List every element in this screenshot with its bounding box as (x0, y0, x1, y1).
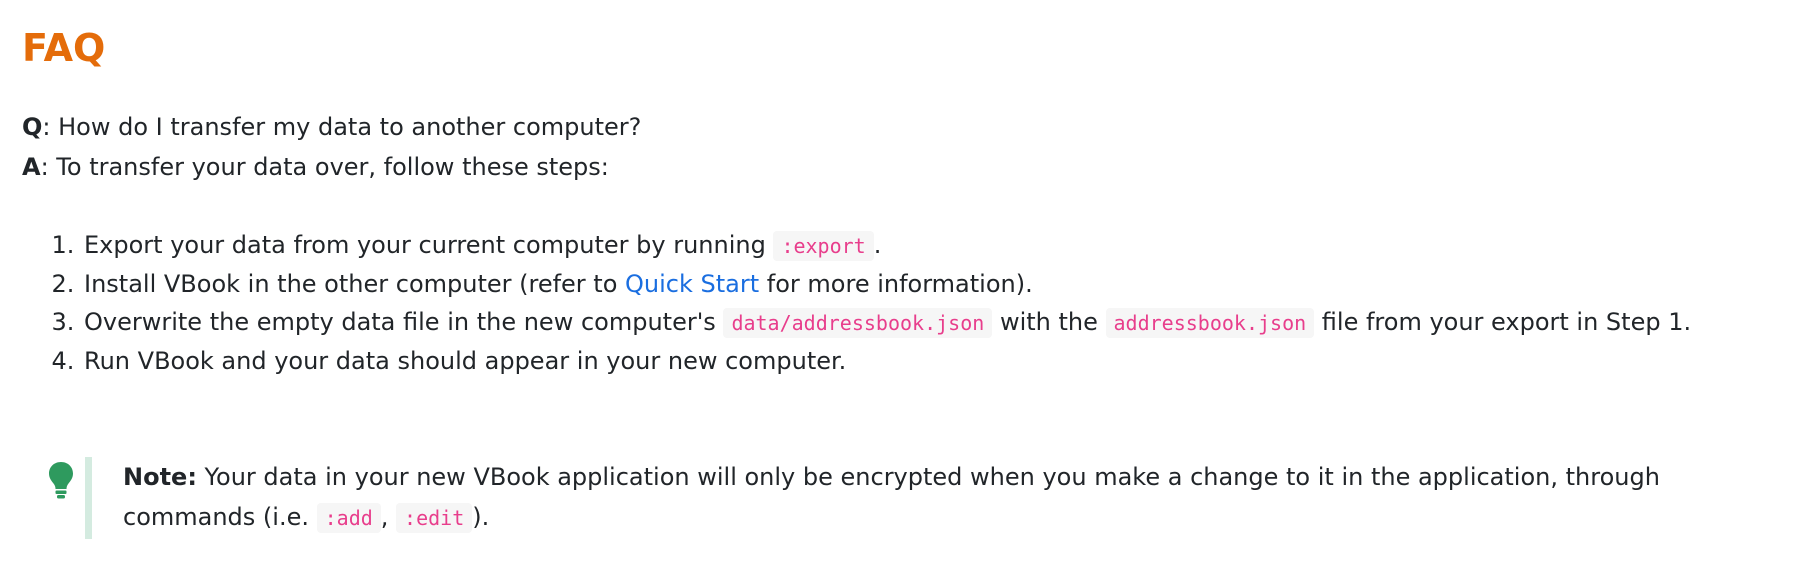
step-4: Run VBook and your data should appear in… (82, 342, 1691, 380)
lightbulb-icon (49, 462, 73, 499)
step-3: Overwrite the empty data file in the new… (82, 303, 1691, 342)
add-command: :add (316, 503, 381, 533)
note-label: Note: (123, 463, 197, 491)
question-text: : How do I transfer my data to another c… (42, 113, 642, 141)
step-2-end: for more information). (759, 270, 1033, 298)
step-3-text: Overwrite the empty data file in the new… (84, 308, 724, 336)
note-accent-bar (85, 457, 92, 539)
note-end: ). (472, 503, 490, 531)
edit-command: :edit (396, 503, 473, 533)
note-box: Note: Your data in your new VBook applic… (22, 457, 1782, 539)
answer-label: A (22, 153, 41, 181)
step-2: Install VBook in the other computer (ref… (82, 265, 1691, 303)
steps-list: Export your data from your current compu… (22, 226, 1691, 380)
step-3-middle: with the (992, 308, 1106, 336)
quick-start-link[interactable]: Quick Start (625, 270, 759, 298)
step-2-text: Install VBook in the other computer (ref… (84, 270, 626, 298)
question: Q: How do I transfer my data to another … (22, 107, 641, 147)
step-1: Export your data from your current compu… (82, 226, 1691, 265)
export-command: :export (773, 231, 874, 261)
step-1-text: Export your data from your current compu… (84, 231, 774, 259)
answer: A: To transfer your data over, follow th… (22, 147, 609, 187)
note-separator: , (380, 503, 397, 531)
page-title: FAQ (22, 26, 106, 70)
data-file-path: data/addressbook.json (723, 308, 993, 338)
question-label: Q (22, 113, 43, 141)
answer-text: : To transfer your data over, follow the… (40, 153, 609, 181)
step-4-text: Run VBook and your data should appear in… (84, 347, 847, 375)
export-file-name: addressbook.json (1105, 308, 1315, 338)
step-1-end: . (873, 231, 882, 259)
step-3-end: file from your export in Step 1. (1314, 308, 1692, 336)
note-text: Note: Your data in your new VBook applic… (123, 457, 1782, 538)
